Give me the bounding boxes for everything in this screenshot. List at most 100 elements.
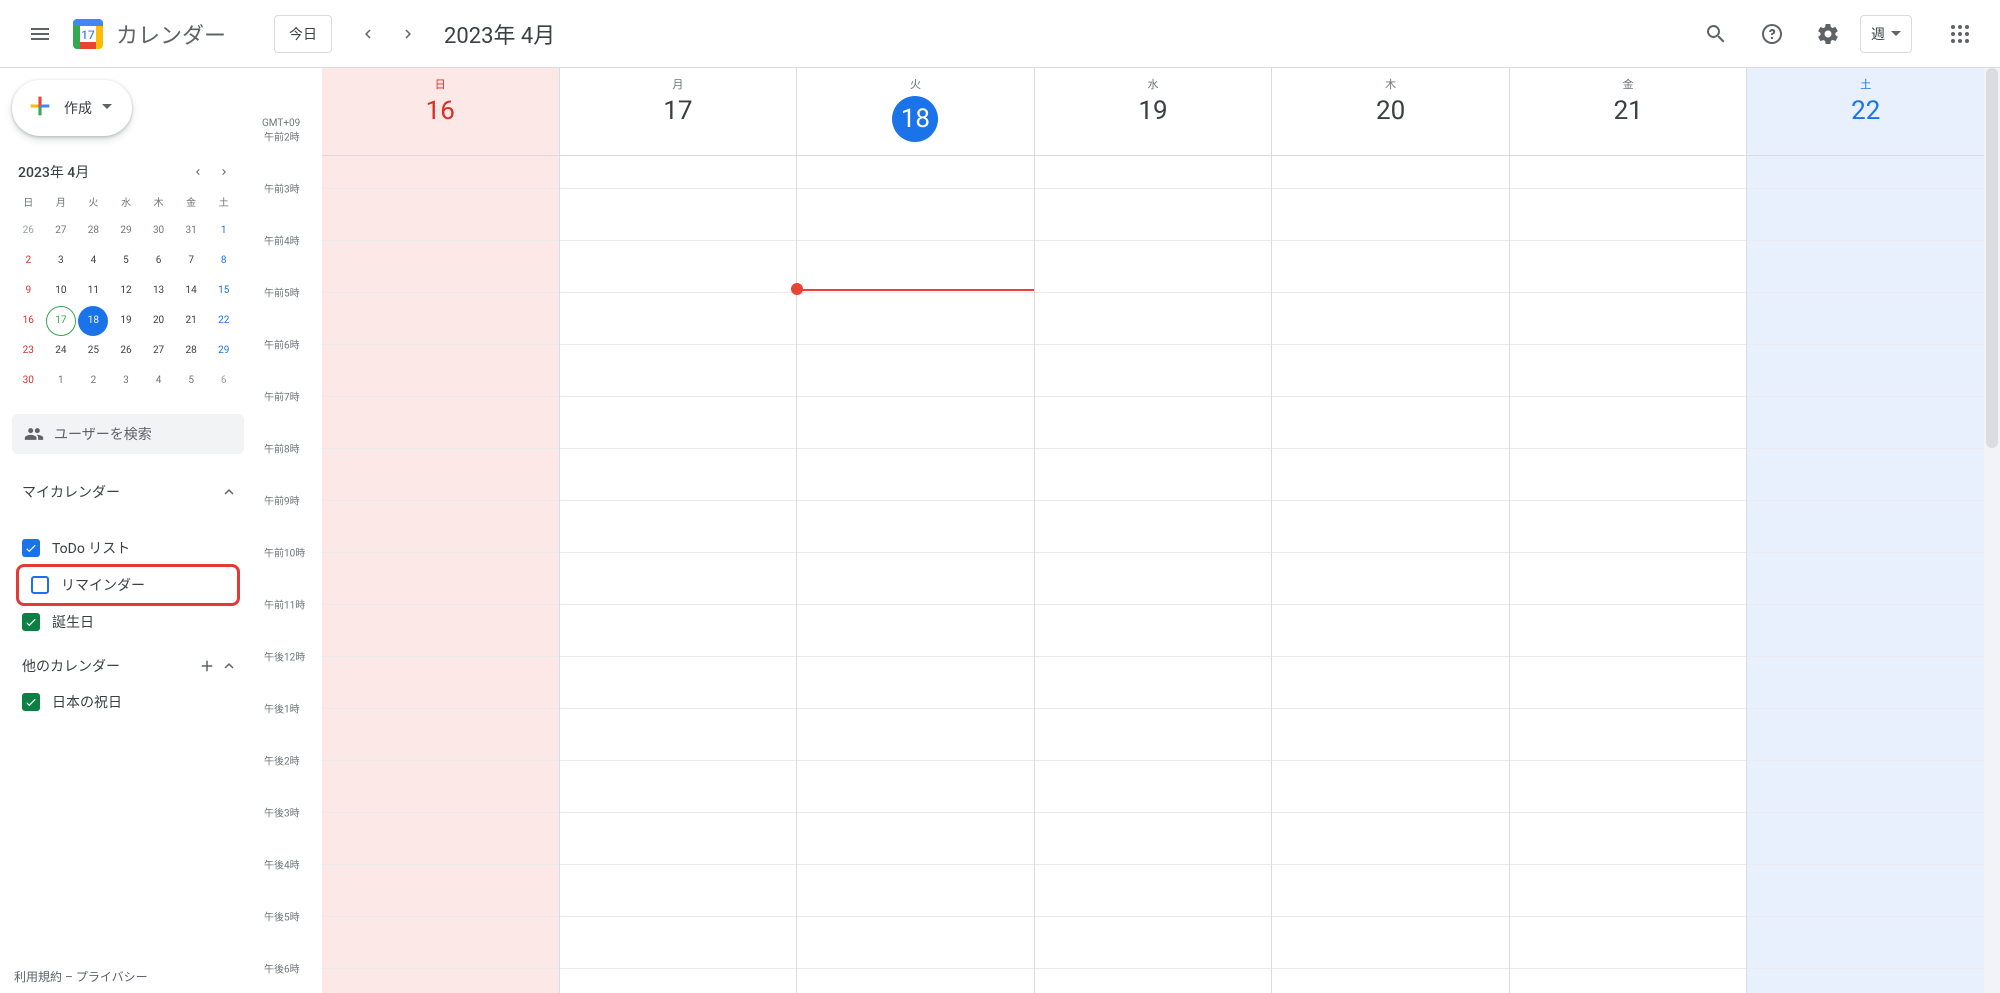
mini-day[interactable]: 18 xyxy=(78,306,108,336)
scrollbar-thumb[interactable] xyxy=(1986,68,1998,448)
plus-icon[interactable] xyxy=(198,657,216,675)
mini-day[interactable]: 28 xyxy=(176,336,206,366)
mini-day[interactable]: 2 xyxy=(78,366,108,396)
day-column[interactable] xyxy=(1034,156,1272,993)
time-label: 午後1時 xyxy=(264,701,300,716)
day-column[interactable] xyxy=(322,156,559,993)
day-column[interactable] xyxy=(1509,156,1747,993)
help-button[interactable] xyxy=(1748,10,1796,58)
mini-day[interactable]: 29 xyxy=(209,336,239,366)
mini-day[interactable]: 4 xyxy=(144,366,174,396)
other-calendars-section: 他のカレンダー 日本の祝日 xyxy=(12,650,256,718)
mini-day[interactable]: 27 xyxy=(144,336,174,366)
day-header[interactable]: 木20 xyxy=(1271,68,1509,155)
day-column[interactable] xyxy=(796,156,1034,993)
mini-day[interactable]: 4 xyxy=(78,246,108,276)
mini-day[interactable]: 2 xyxy=(13,246,43,276)
mini-day[interactable]: 6 xyxy=(209,366,239,396)
mini-day[interactable]: 21 xyxy=(176,306,206,336)
prev-period-button[interactable] xyxy=(348,14,388,54)
mini-day[interactable]: 26 xyxy=(13,216,43,246)
mini-day[interactable]: 1 xyxy=(46,366,76,396)
time-label: 午前8時 xyxy=(264,441,300,456)
search-people[interactable]: ユーザーを検索 xyxy=(12,414,244,454)
day-of-week: 日 xyxy=(322,76,559,92)
mini-day[interactable]: 22 xyxy=(209,306,239,336)
mini-day[interactable]: 31 xyxy=(176,216,206,246)
privacy-link[interactable]: プライバシー xyxy=(76,970,148,984)
day-header[interactable]: 日 16 xyxy=(322,68,559,155)
calendar-item-reminder[interactable]: リマインダー xyxy=(21,569,235,601)
mini-day[interactable]: 12 xyxy=(111,276,141,306)
mini-cal-next[interactable] xyxy=(212,160,236,184)
mini-day[interactable]: 9 xyxy=(13,276,43,306)
time-label: 午後4時 xyxy=(264,857,300,872)
mini-day[interactable]: 27 xyxy=(46,216,76,246)
mini-day[interactable]: 16 xyxy=(13,306,43,336)
main-menu-button[interactable] xyxy=(16,10,64,58)
day-column[interactable] xyxy=(1271,156,1509,993)
mini-day[interactable]: 23 xyxy=(13,336,43,366)
mini-day[interactable]: 19 xyxy=(111,306,141,336)
mini-dow: 日 xyxy=(12,192,45,216)
mini-day[interactable]: 20 xyxy=(144,306,174,336)
google-apps-button[interactable] xyxy=(1936,10,1984,58)
mini-day[interactable]: 30 xyxy=(144,216,174,246)
mini-day[interactable]: 14 xyxy=(176,276,206,306)
day-header[interactable]: 火18 xyxy=(796,68,1034,155)
mini-day[interactable]: 15 xyxy=(209,276,239,306)
calendar-item-todo[interactable]: ToDo リスト xyxy=(12,532,244,564)
vertical-scrollbar[interactable] xyxy=(1984,68,2000,993)
mini-cal-title: 2023年 4月 xyxy=(18,162,89,182)
today-button[interactable]: 今日 xyxy=(274,15,332,53)
mini-day[interactable]: 11 xyxy=(78,276,108,306)
mini-day[interactable]: 5 xyxy=(176,366,206,396)
mini-day[interactable]: 1 xyxy=(209,216,239,246)
day-header[interactable]: 月17 xyxy=(559,68,797,155)
view-selector-label: 週 xyxy=(1871,24,1885,44)
highlighted-item: リマインダー xyxy=(16,564,240,606)
mini-day[interactable]: 28 xyxy=(78,216,108,246)
mini-day[interactable]: 6 xyxy=(144,246,174,276)
mini-day[interactable]: 8 xyxy=(209,246,239,276)
time-label: 午前9時 xyxy=(264,493,300,508)
chevron-right-icon xyxy=(399,25,417,43)
mini-day[interactable]: 3 xyxy=(46,246,76,276)
mini-day[interactable]: 13 xyxy=(144,276,174,306)
mini-day[interactable]: 7 xyxy=(176,246,206,276)
my-calendars-toggle[interactable]: マイカレンダー xyxy=(12,476,244,508)
mini-day[interactable]: 24 xyxy=(46,336,76,366)
mini-day[interactable]: 17 xyxy=(46,306,76,336)
settings-button[interactable] xyxy=(1804,10,1852,58)
chevron-up-icon xyxy=(220,657,238,675)
other-calendars-toggle[interactable]: 他のカレンダー xyxy=(12,650,244,682)
sidebar: 作成 2023年 4月 日月火水木金土262728293031123456789… xyxy=(0,68,256,993)
people-icon xyxy=(24,424,44,444)
create-button[interactable]: 作成 xyxy=(12,80,132,136)
mini-day[interactable]: 10 xyxy=(46,276,76,306)
chevron-up-icon xyxy=(220,483,238,501)
mini-day[interactable]: 3 xyxy=(111,366,141,396)
day-column[interactable] xyxy=(559,156,797,993)
apps-grid-icon xyxy=(1948,22,1972,46)
mini-day[interactable]: 25 xyxy=(78,336,108,366)
mini-day[interactable]: 30 xyxy=(13,366,43,396)
day-column[interactable] xyxy=(1746,156,1984,993)
calendar-item-holiday[interactable]: 日本の祝日 xyxy=(12,686,244,718)
terms-link[interactable]: 利用規約 xyxy=(14,970,62,984)
day-header[interactable]: 水19 xyxy=(1034,68,1272,155)
mini-cal-prev[interactable] xyxy=(186,160,210,184)
day-number: 16 xyxy=(322,96,559,126)
view-selector[interactable]: 週 xyxy=(1860,15,1912,53)
grid-body[interactable] xyxy=(322,156,1984,993)
mini-day[interactable]: 26 xyxy=(111,336,141,366)
day-of-week: 月 xyxy=(560,76,797,92)
day-header[interactable]: 土22 xyxy=(1746,68,1984,155)
day-header[interactable]: 金21 xyxy=(1509,68,1747,155)
mini-day[interactable]: 5 xyxy=(111,246,141,276)
day-of-week: 木 xyxy=(1272,76,1509,92)
search-button[interactable] xyxy=(1692,10,1740,58)
calendar-item-birthday[interactable]: 誕生日 xyxy=(12,606,244,638)
mini-day[interactable]: 29 xyxy=(111,216,141,246)
next-period-button[interactable] xyxy=(388,14,428,54)
